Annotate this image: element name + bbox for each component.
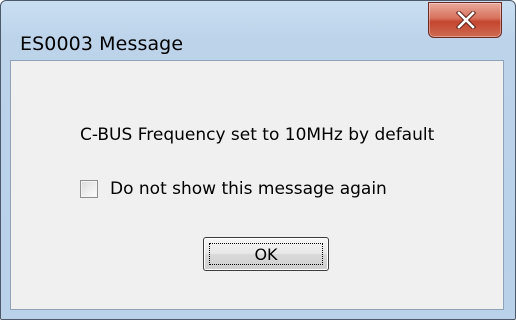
close-button[interactable] (428, 2, 502, 38)
ok-button-focus: OK (209, 243, 323, 265)
dont-show-again-checkbox[interactable] (80, 180, 98, 198)
title-bar[interactable]: ES0003 Message (1, 1, 515, 60)
dont-show-again-label[interactable]: Do not show this message again (110, 179, 387, 199)
message-text: C-BUS Frequency set to 10MHz by default (80, 125, 435, 145)
ok-button-label: OK (254, 244, 278, 264)
message-dialog-window: ES0003 Message C-BUS Frequency set to 10… (0, 0, 516, 320)
close-icon (456, 11, 476, 29)
window-title: ES0003 Message (20, 33, 184, 55)
ok-button[interactable]: OK (203, 237, 329, 271)
dialog-content: C-BUS Frequency set to 10MHz by default … (10, 60, 504, 310)
dont-show-again-option[interactable]: Do not show this message again (80, 178, 387, 200)
